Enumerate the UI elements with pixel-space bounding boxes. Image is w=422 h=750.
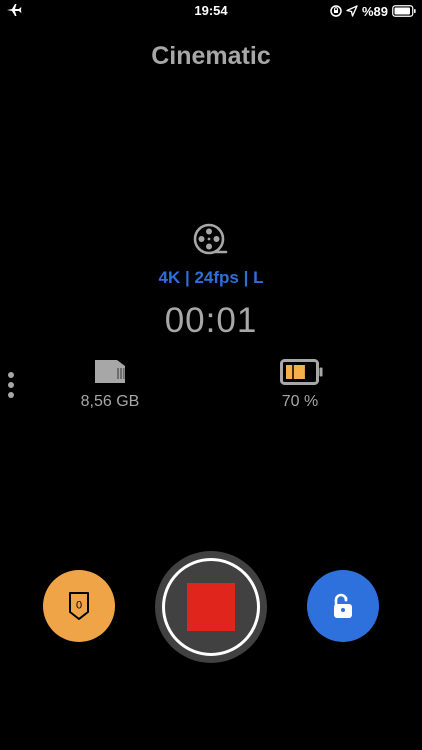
battery-level-label: 70 % bbox=[281, 393, 319, 410]
dot bbox=[8, 382, 14, 388]
lock-toggle-button[interactable] bbox=[307, 570, 379, 642]
format-label[interactable]: 4K | 24fps | L bbox=[0, 268, 422, 288]
clip-counter-button[interactable]: 0 bbox=[43, 570, 115, 642]
status-battery-percent: %89 bbox=[361, 3, 388, 19]
film-reel-icon bbox=[193, 223, 228, 255]
unlock-icon bbox=[334, 593, 352, 618]
storage-free-label: 8,56 GB bbox=[80, 393, 140, 410]
location-arrow-icon bbox=[346, 5, 358, 17]
sd-card-icon bbox=[95, 360, 125, 383]
clip-counter-value: 0 bbox=[76, 600, 82, 612]
more-options-icon[interactable] bbox=[7, 372, 15, 400]
dot bbox=[8, 372, 14, 378]
orientation-lock-icon bbox=[330, 5, 342, 17]
status-bar: 19:54 %89 bbox=[0, 0, 422, 22]
record-stop-button[interactable] bbox=[155, 551, 267, 663]
battery-icon bbox=[392, 5, 416, 17]
shield-badge-icon: 0 bbox=[69, 592, 89, 620]
battery-icon bbox=[280, 359, 323, 385]
recording-timer: 00:01 bbox=[164, 301, 258, 340]
app-title: Cinematic bbox=[151, 42, 271, 70]
dot bbox=[8, 392, 14, 398]
stop-icon bbox=[187, 583, 235, 631]
